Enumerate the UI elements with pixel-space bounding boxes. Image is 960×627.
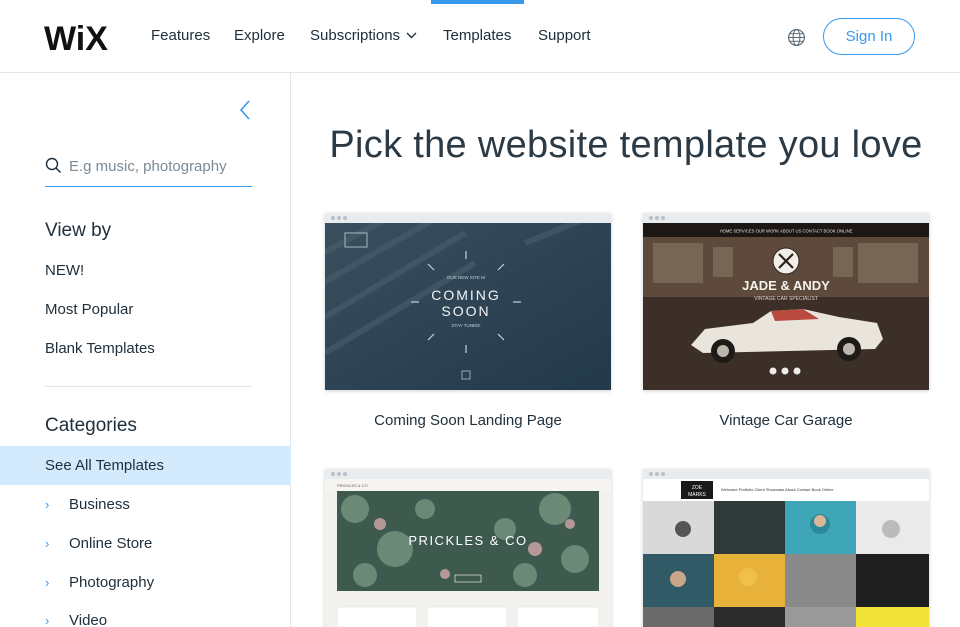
prickles-preview: PRICKLES & CO PRICKLES & CO xyxy=(325,479,611,627)
svg-text:MARKS: MARKS xyxy=(688,492,706,498)
chevron-right-icon: › xyxy=(45,536,50,551)
template-card-vintage-car-garage[interactable]: HOME SERVICES OUR WORK ABOUT US CONTACT … xyxy=(643,213,929,429)
template-card-zoe-marks[interactable]: ZOE MARKS Welcome Portfolio Client Showc… xyxy=(643,469,929,627)
view-by-blank-templates[interactable]: Blank Templates xyxy=(45,340,155,357)
sign-in-button[interactable]: Sign In xyxy=(823,18,915,55)
nav-templates[interactable]: Templates xyxy=(443,27,511,44)
coming-soon-preview: OUR NEW SITE IS COMING SOON STAY TUNED! xyxy=(325,223,611,390)
template-name[interactable]: Vintage Car Garage xyxy=(643,412,929,429)
category-label: Video xyxy=(69,612,108,627)
template-thumbnail[interactable]: ZOE MARKS Welcome Portfolio Client Showc… xyxy=(643,469,929,627)
zoe-marks-preview: ZOE MARKS Welcome Portfolio Client Showc… xyxy=(643,479,929,627)
sidebar: View by NEW! Most Popular Blank Template… xyxy=(0,73,291,627)
category-see-all-templates[interactable]: See All Templates xyxy=(0,446,291,485)
active-tab-indicator xyxy=(431,0,524,4)
svg-text:ZOE: ZOE xyxy=(692,485,703,491)
top-header: WiX Features Explore Subscriptions Templ… xyxy=(0,0,960,73)
browser-bar xyxy=(325,213,611,223)
collapse-sidebar-icon[interactable] xyxy=(238,99,252,121)
browser-bar xyxy=(643,469,929,479)
svg-text:HOME SERVICES OUR WORK A: HOME SERVICES OUR WORK ABOUT US CONTACT … xyxy=(720,229,853,234)
svg-text:STAY TUNED!: STAY TUNED! xyxy=(452,323,481,328)
view-by-title: View by xyxy=(45,220,112,241)
svg-text:COMING: COMING xyxy=(431,287,501,303)
nav-explore[interactable]: Explore xyxy=(234,27,285,44)
template-card-prickles-and-co[interactable]: PRICKLES & CO PRICKLES & CO xyxy=(325,469,611,627)
browser-bar xyxy=(643,213,929,223)
nav-support[interactable]: Support xyxy=(538,27,591,44)
search-input[interactable] xyxy=(69,155,252,177)
category-video[interactable]: › Video xyxy=(45,612,107,627)
chevron-right-icon: › xyxy=(45,613,50,627)
search-icon xyxy=(45,157,62,174)
svg-text:PRICKLES & CO: PRICKLES & CO xyxy=(337,483,368,488)
category-photography[interactable]: › Photography xyxy=(45,574,154,591)
nav-subscriptions[interactable]: Subscriptions xyxy=(310,27,417,44)
view-by-new[interactable]: NEW! xyxy=(45,262,84,279)
chevron-right-icon: › xyxy=(45,575,50,590)
svg-text:OUR NEW SITE IS: OUR NEW SITE IS xyxy=(447,275,486,280)
nav-features[interactable]: Features xyxy=(151,27,210,44)
category-label: Online Store xyxy=(69,535,153,552)
browser-bar xyxy=(325,469,611,479)
category-see-all-label: See All Templates xyxy=(45,457,164,474)
svg-text:WiX: WiX xyxy=(44,20,108,54)
wix-logo[interactable]: WiX xyxy=(44,20,118,54)
svg-text:PRICKLES & CO: PRICKLES & CO xyxy=(408,533,527,548)
categories-title: Categories xyxy=(45,415,137,436)
chevron-down-icon xyxy=(406,32,417,39)
category-label: Business xyxy=(69,496,130,513)
sidebar-divider xyxy=(45,386,252,387)
svg-text:Welcome Portfolio Client S: Welcome Portfolio Client Showcase About … xyxy=(721,487,834,492)
category-online-store[interactable]: › Online Store xyxy=(45,535,152,552)
category-label: Photography xyxy=(69,574,155,591)
svg-text:VINTAGE CAR SPECIALIST: VINTAGE CAR SPECIALIST xyxy=(754,296,818,302)
svg-text:JADE & ANDY: JADE & ANDY xyxy=(742,278,830,293)
globe-icon[interactable] xyxy=(787,28,806,47)
template-card-coming-soon[interactable]: OUR NEW SITE IS COMING SOON STAY TUNED! … xyxy=(325,213,611,429)
page-title: Pick the website template you love xyxy=(329,124,923,166)
template-thumbnail[interactable]: PRICKLES & CO PRICKLES & CO xyxy=(325,469,611,627)
nav-subscriptions-label: Subscriptions xyxy=(310,27,401,44)
template-thumbnail[interactable]: HOME SERVICES OUR WORK ABOUT US CONTACT … xyxy=(643,213,929,390)
category-business[interactable]: › Business xyxy=(45,496,130,513)
chevron-right-icon: › xyxy=(45,497,50,512)
view-by-most-popular[interactable]: Most Popular xyxy=(45,301,133,318)
vintage-car-preview: HOME SERVICES OUR WORK ABOUT US CONTACT … xyxy=(643,223,929,390)
template-thumbnail[interactable]: OUR NEW SITE IS COMING SOON STAY TUNED! xyxy=(325,213,611,390)
template-search xyxy=(45,153,252,187)
template-name[interactable]: Coming Soon Landing Page xyxy=(325,412,611,429)
svg-text:SOON: SOON xyxy=(441,303,490,319)
